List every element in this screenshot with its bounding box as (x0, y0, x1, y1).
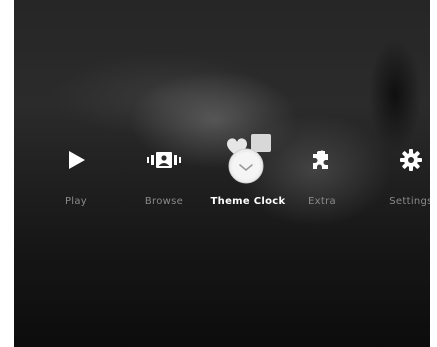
background-grass (14, 227, 430, 347)
menu-item-extra[interactable]: Extra (277, 140, 367, 210)
menu-item-play[interactable]: Play (31, 140, 121, 210)
settings-gear-icon (400, 149, 422, 171)
menu-label-browse: Browse (144, 196, 184, 207)
photo-frame-screen: Play Browse Theme Clock Extra Settings (14, 0, 430, 347)
menu-label-play: Play (64, 196, 88, 207)
theme-clock-icon (227, 134, 271, 184)
extra-puzzle-icon (313, 150, 328, 169)
menu-label-settings: Settings (389, 196, 430, 207)
menu-label-extra: Extra (308, 196, 336, 207)
browse-photo-icon (147, 152, 181, 168)
play-icon (69, 151, 85, 169)
menu-item-settings[interactable]: Settings (366, 140, 430, 210)
menu-item-browse[interactable]: Browse (119, 140, 209, 210)
